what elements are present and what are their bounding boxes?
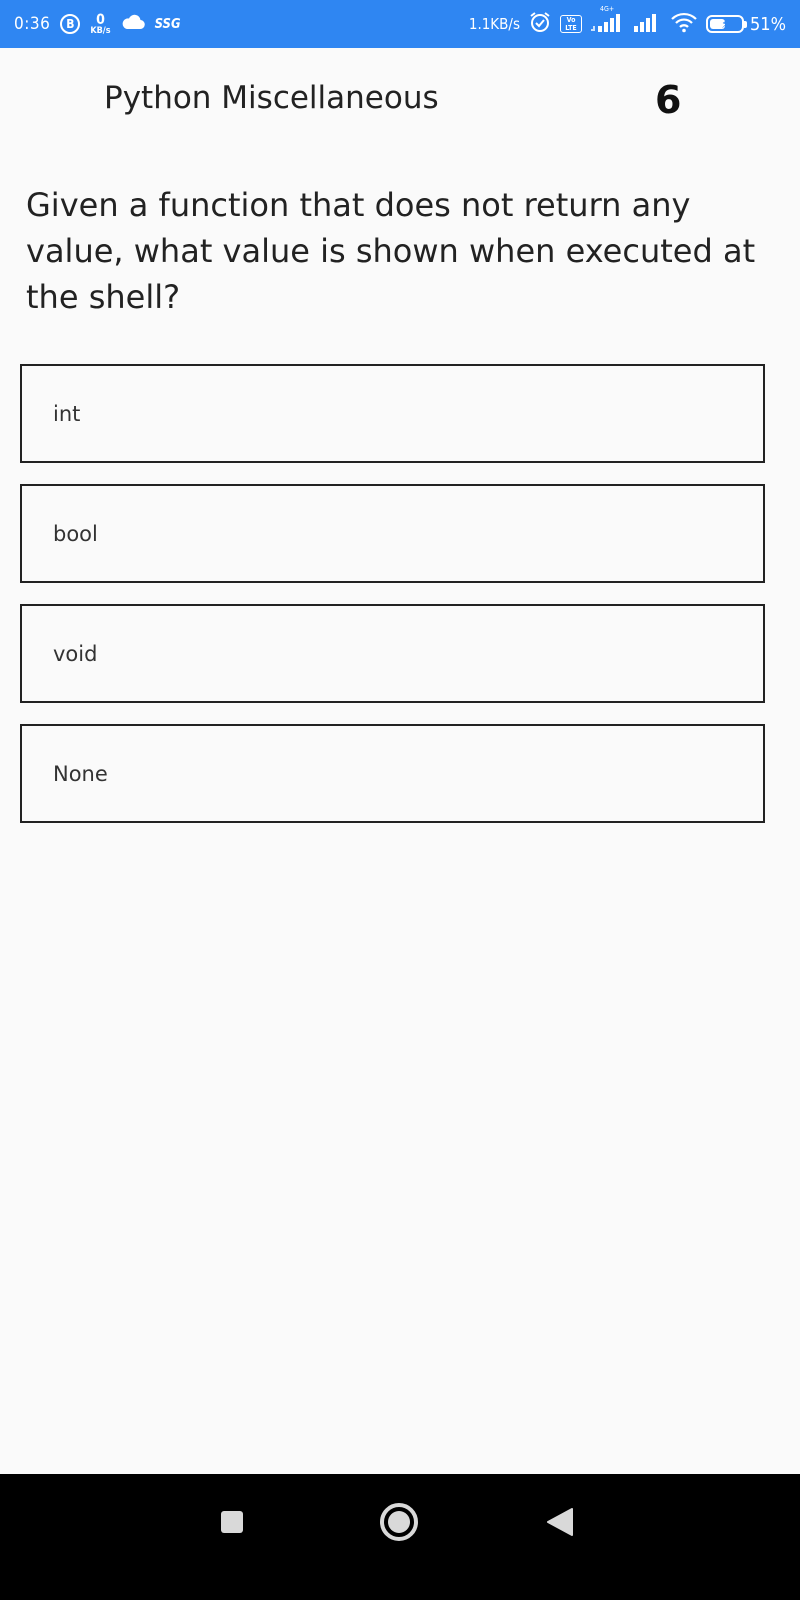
volte-bottom-label: LTE [565,24,577,32]
network-type-label: 4G+ [600,5,615,13]
recents-icon[interactable] [218,1508,246,1536]
question-text: Given a function that does not return an… [26,186,756,316]
cloud-icon [121,14,145,34]
volte-top-label: Vo [566,16,576,24]
answer-option-label: None [53,762,108,786]
signal-icon [632,11,662,37]
battery-indicator: ⚡ 51% [706,14,786,35]
carrier-tag: SSG [154,16,181,32]
status-time: 0:36 [14,14,51,34]
b-badge-icon: B [60,14,81,34]
answer-option[interactable]: bool [20,484,765,583]
answer-option[interactable]: void [20,604,765,703]
answer-option-label: bool [53,522,98,546]
quiz-screen: 0:36 B 0 KB/s SSG 1.1KB/s Vo LTE 4G+ ⚡ 5… [0,0,800,1600]
wifi-icon [670,11,698,37]
battery-charging-icon: ⚡ [706,15,747,33]
answer-option[interactable]: int [20,364,765,463]
status-bar: 0:36 B 0 KB/s SSG 1.1KB/s Vo LTE 4G+ ⚡ 5… [0,0,800,48]
answer-option-label: void [53,642,98,666]
question-number: 6 [655,78,682,122]
status-bar-left: 0:36 B 0 KB/s SSG [14,13,181,36]
net-speed-value: 0 [96,11,105,28]
data-speed: 1.1KB/s [468,15,520,33]
net-speed-indicator: 0 KB/s [90,13,110,36]
battery-percent: 51% [750,13,786,35]
net-speed-unit: KB/s [90,25,111,36]
alarm-icon [528,10,552,38]
status-bar-right: 1.1KB/s Vo LTE 4G+ ⚡ 51% [468,5,786,38]
home-icon[interactable] [377,1500,421,1544]
signal-icon: 4G+ [590,5,624,37]
bolt-icon: ⚡ [721,17,729,31]
back-icon[interactable] [544,1505,578,1539]
quiz-title: Python Miscellaneous [104,80,439,116]
answer-option[interactable]: None [20,724,765,823]
volte-icon: Vo LTE [560,15,582,33]
answer-option-label: int [53,402,81,426]
